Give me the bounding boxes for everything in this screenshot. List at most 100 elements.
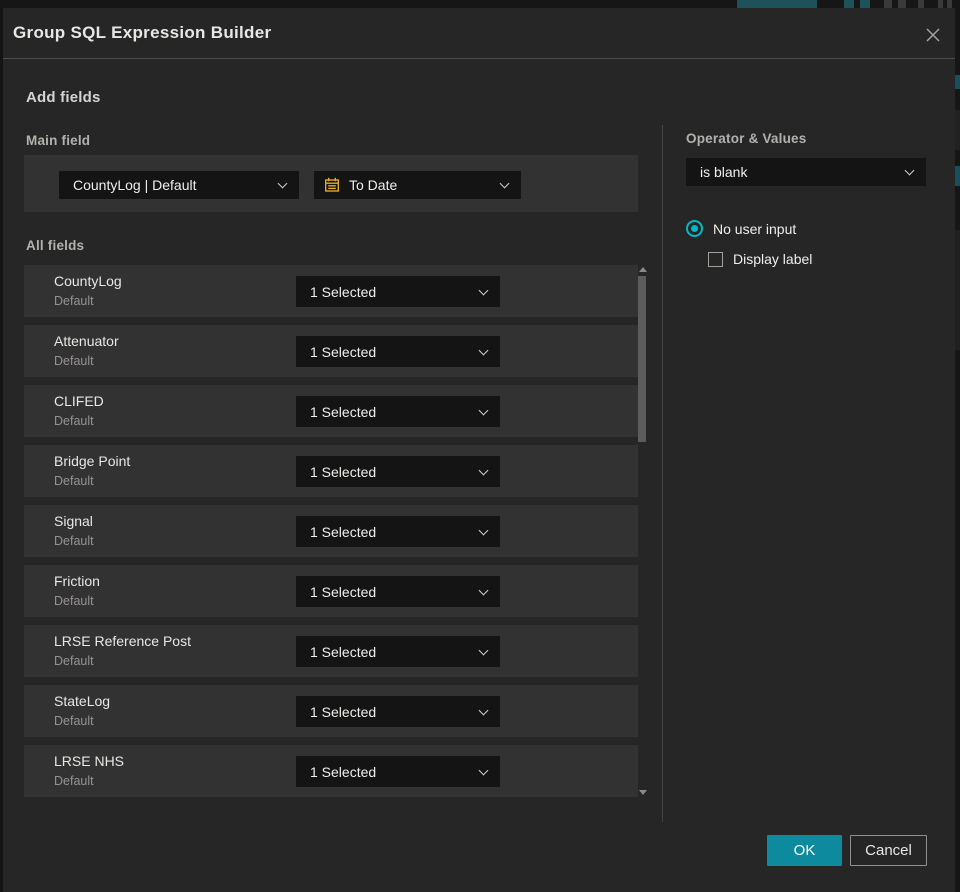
- chevron-down-icon: [478, 585, 489, 595]
- field-subtitle: Default: [54, 714, 94, 728]
- chevron-down-icon: [478, 405, 489, 415]
- operator-select[interactable]: is blank: [686, 158, 926, 186]
- field-list-item: Bridge Point Default 1 Selected: [24, 445, 638, 497]
- field-name: Attenuator: [54, 333, 119, 349]
- field-list-item: LRSE Reference Post Default 1 Selected: [24, 625, 638, 677]
- main-field-select[interactable]: CountyLog | Default: [59, 171, 299, 199]
- background-button-fragment: [938, 0, 943, 8]
- background-button-fragment: [844, 0, 854, 8]
- no-user-input-radio[interactable]: No user input: [686, 220, 796, 237]
- field-values-select[interactable]: 1 Selected: [296, 396, 500, 427]
- scrollbar-down-arrow-icon[interactable]: [639, 790, 647, 795]
- background-fragment: [955, 75, 960, 89]
- main-field-type-select[interactable]: To Date: [314, 171, 521, 199]
- header-divider: [3, 58, 955, 59]
- main-field-select-value: CountyLog | Default: [73, 177, 197, 193]
- all-fields-label: All fields: [26, 238, 85, 253]
- field-list-item: Attenuator Default 1 Selected: [24, 325, 638, 377]
- field-values-select-value: 1 Selected: [310, 703, 377, 720]
- checkbox-unchecked-icon: [708, 251, 723, 267]
- main-field-panel: CountyLog | Default To Date: [24, 155, 638, 212]
- background-button-fragment: [898, 0, 906, 8]
- display-label-checkbox[interactable]: Display label: [708, 251, 812, 267]
- field-name: StateLog: [54, 693, 111, 709]
- field-name: Bridge Point: [54, 453, 131, 469]
- field-subtitle: Default: [54, 294, 94, 308]
- group-sql-expression-builder-dialog: Group SQL Expression Builder Add fields …: [3, 8, 955, 892]
- background-fragment: [955, 110, 960, 150]
- cancel-button[interactable]: Cancel: [850, 835, 927, 866]
- scrollbar-up-arrow-icon[interactable]: [639, 267, 647, 272]
- field-values-select-value: 1 Selected: [310, 403, 377, 420]
- field-list-item: Signal Default 1 Selected: [24, 505, 638, 557]
- field-subtitle: Default: [54, 354, 94, 368]
- field-subtitle: Default: [54, 534, 94, 548]
- all-fields-list: CountyLog Default 1 Selected Attenuator …: [24, 265, 638, 805]
- field-values-select[interactable]: 1 Selected: [296, 636, 500, 667]
- field-subtitle: Default: [54, 594, 94, 608]
- ok-button[interactable]: OK: [767, 835, 842, 866]
- field-name: CountyLog: [54, 273, 122, 289]
- field-values-select[interactable]: 1 Selected: [296, 696, 500, 727]
- field-list-item: Friction Default 1 Selected: [24, 565, 638, 617]
- field-values-select[interactable]: 1 Selected: [296, 336, 500, 367]
- close-button[interactable]: [923, 25, 943, 45]
- operator-values-label: Operator & Values: [686, 131, 807, 146]
- to-date-calendar-icon: [325, 177, 339, 192]
- field-values-select-value: 1 Selected: [310, 283, 377, 300]
- main-field-label: Main field: [26, 133, 91, 148]
- field-values-select[interactable]: 1 Selected: [296, 276, 500, 307]
- field-values-select-value: 1 Selected: [310, 643, 377, 660]
- chevron-down-icon: [478, 705, 489, 715]
- chevron-down-icon: [277, 178, 288, 189]
- field-list-item: StateLog Default 1 Selected: [24, 685, 638, 737]
- no-user-input-label: No user input: [713, 220, 797, 237]
- field-values-select-value: 1 Selected: [310, 523, 377, 540]
- add-fields-heading: Add fields: [26, 89, 101, 106]
- background-button-fragment: [947, 0, 952, 8]
- chevron-down-icon: [478, 465, 489, 475]
- dialog-header: Group SQL Expression Builder: [3, 8, 955, 58]
- chevron-down-icon: [478, 765, 489, 775]
- live-view-button[interactable]: Live view: [737, 0, 817, 8]
- field-values-select[interactable]: 1 Selected: [296, 576, 500, 607]
- field-values-select-value: 1 Selected: [310, 343, 377, 360]
- field-values-select-value: 1 Selected: [310, 583, 377, 600]
- field-name: LRSE NHS: [54, 753, 125, 769]
- radio-selected-icon: [686, 220, 703, 237]
- chevron-down-icon: [904, 165, 915, 176]
- field-values-select-value: 1 Selected: [310, 763, 377, 780]
- chevron-down-icon: [478, 645, 489, 655]
- field-subtitle: Default: [54, 414, 94, 428]
- scrollbar-thumb[interactable]: [638, 276, 646, 442]
- live-view-label: Live view: [759, 0, 804, 3]
- field-list-item: LRSE NHS Default 1 Selected: [24, 745, 638, 797]
- field-name: CLIFED: [54, 393, 104, 409]
- background-right-strip: [955, 0, 960, 892]
- chevron-down-icon: [478, 285, 489, 295]
- chevron-down-icon: [478, 345, 489, 355]
- operator-select-value: is blank: [700, 164, 748, 180]
- field-values-select[interactable]: 1 Selected: [296, 516, 500, 547]
- field-subtitle: Default: [54, 474, 94, 488]
- screen: Live view Group SQL Expression Builder: [0, 0, 960, 892]
- field-list-item: CLIFED Default 1 Selected: [24, 385, 638, 437]
- field-values-select-value: 1 Selected: [310, 463, 377, 480]
- background-fragment: [955, 166, 960, 186]
- field-subtitle: Default: [54, 774, 94, 788]
- field-values-select[interactable]: 1 Selected: [296, 456, 500, 487]
- chevron-down-icon: [499, 178, 510, 189]
- background-button-fragment: [918, 0, 924, 8]
- field-name: Friction: [54, 573, 100, 589]
- background-fragment: [955, 230, 960, 350]
- dialog-title: Group SQL Expression Builder: [13, 23, 272, 42]
- background-button-fragment: [884, 0, 892, 8]
- field-values-select[interactable]: 1 Selected: [296, 756, 500, 787]
- column-divider: [662, 125, 663, 822]
- display-label-text: Display label: [733, 251, 813, 267]
- field-name: Signal: [54, 513, 93, 529]
- field-subtitle: Default: [54, 654, 94, 668]
- field-list-item: CountyLog Default 1 Selected: [24, 265, 638, 317]
- background-toolbar-strip: Live view: [0, 0, 960, 8]
- close-icon: [926, 28, 940, 42]
